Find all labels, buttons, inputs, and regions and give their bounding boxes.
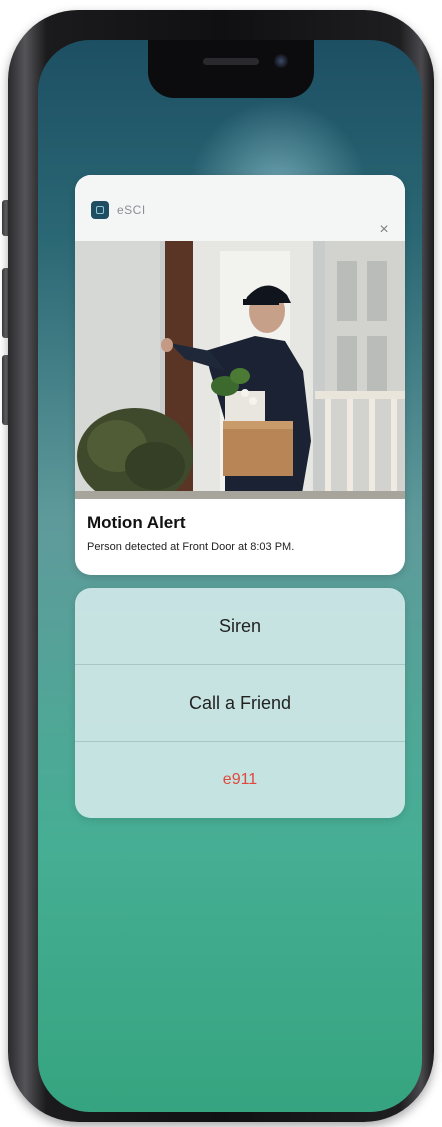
siren-button[interactable]: Siren bbox=[75, 588, 405, 664]
stage: eSCI × Motion Alert Person detected at F… bbox=[0, 0, 442, 1127]
front-camera-icon bbox=[274, 54, 288, 68]
phone-frame: eSCI × Motion Alert Person detected at F… bbox=[8, 10, 434, 1122]
notification-card[interactable]: eSCI × Motion Alert Person detected at F… bbox=[75, 175, 405, 575]
notification-photo bbox=[75, 241, 405, 499]
notification-actions: Siren Call a Friend e911 bbox=[75, 588, 405, 818]
notification-body: Person detected at Front Door at 8:03 PM… bbox=[87, 541, 295, 553]
notification-header: eSCI × bbox=[75, 175, 405, 241]
app-name: eSCI bbox=[117, 203, 146, 217]
notch bbox=[148, 40, 314, 98]
e911-button[interactable]: e911 bbox=[75, 742, 405, 818]
close-icon[interactable]: × bbox=[373, 219, 395, 241]
phone-screen: eSCI × Motion Alert Person detected at F… bbox=[38, 40, 422, 1112]
notification-title: Motion Alert bbox=[87, 513, 186, 532]
app-icon bbox=[91, 201, 109, 219]
call-a-friend-button[interactable]: Call a Friend bbox=[75, 665, 405, 741]
speaker-grille bbox=[203, 58, 259, 65]
